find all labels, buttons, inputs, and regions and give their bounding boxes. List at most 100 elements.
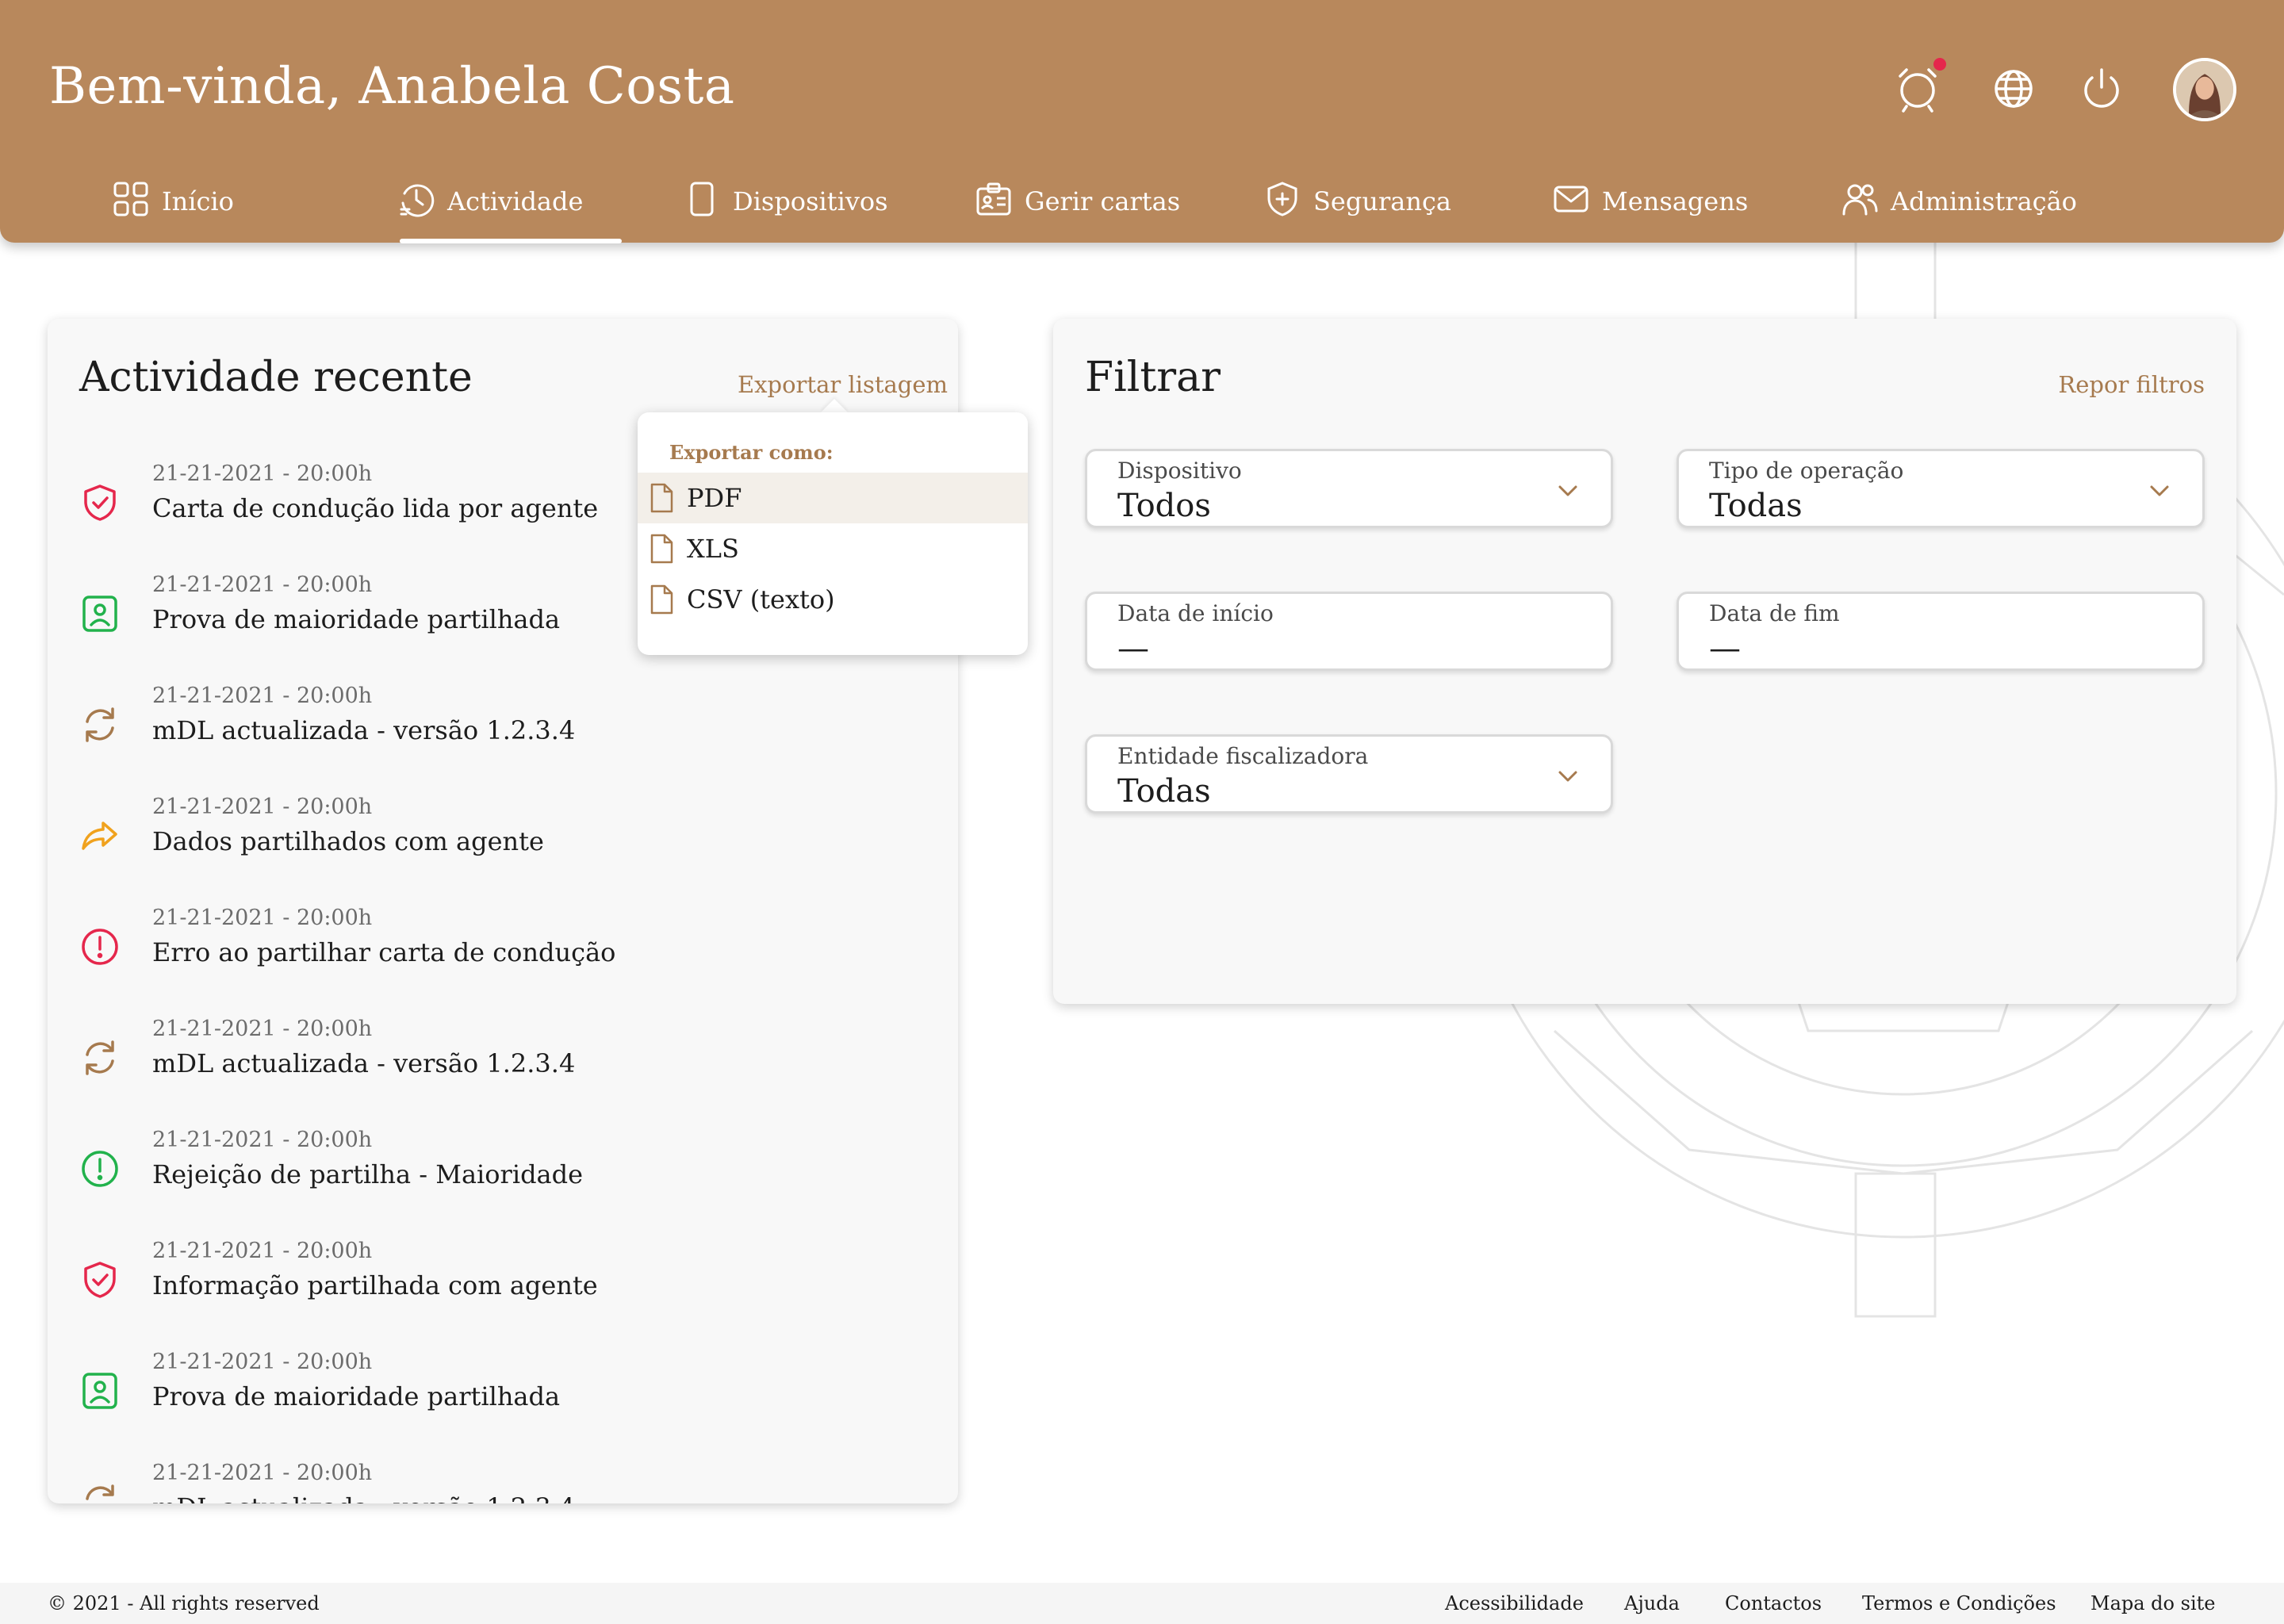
field-value: Todos	[1117, 488, 1211, 524]
activity-text: Prova de maioridade partilhada	[152, 1381, 561, 1411]
nav-label: Início	[162, 186, 234, 216]
user-badge-icon	[82, 596, 117, 632]
field-label: Dispositivo	[1117, 458, 1242, 484]
activity-text: mDL actualizada - versão 1.2.3.4	[152, 1492, 575, 1503]
alert-circle-icon	[82, 929, 118, 965]
activity-time: 21-21-2021 - 20:00h	[152, 1350, 373, 1374]
activity-time: 21-21-2021 - 20:00h	[152, 1461, 373, 1485]
activity-title: Actividade recente	[79, 354, 473, 401]
activity-text: Erro ao partilhar carta de condução	[152, 937, 616, 967]
activity-text: Rejeição de partilha - Maioridade	[152, 1159, 584, 1189]
nav-label: Mensagens	[1602, 186, 1749, 216]
footer-link-sitemap[interactable]: Mapa do site	[2090, 1592, 2215, 1614]
filter-card: Filtrar Repor filtros Dispositivo Todos …	[1053, 319, 2236, 1004]
field-value: Todas	[1709, 488, 1803, 524]
shield-check-icon	[84, 1262, 116, 1298]
users-icon	[1842, 184, 1878, 216]
activity-time: 21-21-2021 - 20:00h	[152, 906, 373, 930]
globe-icon[interactable]	[1987, 62, 2041, 116]
welcome-title: Bem-vinda, Anabela Costa	[49, 57, 735, 116]
nav-gerir-cartas[interactable]: Gerir cartas	[975, 182, 1181, 243]
activity-item[interactable]: 21-21-2021 - 20:00h mDL actualizada - ver…	[79, 1461, 872, 1503]
nav-label: Segurança	[1313, 186, 1451, 216]
nav-label: Dispositivos	[733, 186, 888, 216]
chevron-down-icon	[2150, 485, 2169, 496]
activity-time: 21-21-2021 - 20:00h	[152, 573, 373, 597]
activity-time: 21-21-2021 - 20:00h	[152, 1128, 373, 1152]
refresh-icon	[86, 707, 114, 742]
nav-label: Actividade	[447, 186, 584, 216]
chevron-down-icon	[1558, 485, 1577, 496]
field-label: Entidade fiscalizadora	[1117, 743, 1369, 769]
user-badge-icon	[82, 1373, 117, 1409]
file-icon	[650, 584, 673, 615]
activity-text: mDL actualizada - versão 1.2.3.4	[152, 715, 576, 745]
nav-label: Gerir cartas	[1025, 186, 1181, 216]
footer-link-terms[interactable]: Termos e Condições	[1862, 1592, 2056, 1614]
export-option-label: PDF	[687, 483, 742, 513]
entity-select[interactable]: Entidade fiscalizadora Todas	[1085, 734, 1613, 814]
grid-icon	[113, 182, 148, 216]
export-xls-option[interactable]: XLS	[638, 523, 1028, 574]
start-date-field[interactable]: Data de início —	[1085, 592, 1613, 671]
export-menu-heading: Exportar como:	[669, 441, 834, 464]
device-select[interactable]: Dispositivo Todos	[1085, 449, 1613, 528]
power-icon[interactable]	[2075, 62, 2129, 116]
field-value: Todas	[1117, 773, 1211, 810]
nav-dispositivos[interactable]: Dispositivos	[684, 182, 888, 243]
user-avatar[interactable]	[2173, 58, 2236, 121]
phone-icon	[690, 182, 714, 216]
file-icon	[650, 483, 673, 513]
export-pdf-option[interactable]: PDF	[638, 473, 1028, 523]
field-label: Data de fim	[1709, 600, 1840, 626]
nav-mensagens[interactable]: Mensagens	[1553, 186, 1748, 243]
field-value: —	[1117, 630, 1149, 667]
export-option-label: CSV (texto)	[687, 584, 835, 615]
footer-link-accessibility[interactable]: Acessibilidade	[1445, 1592, 1584, 1614]
activity-text: mDL actualizada - versão 1.2.3.4	[152, 1048, 576, 1078]
export-csv-option[interactable]: CSV (texto)	[638, 574, 1028, 625]
end-date-field[interactable]: Data de fim —	[1677, 592, 2205, 671]
export-option-label: XLS	[687, 534, 739, 564]
share-arrow-icon	[82, 822, 117, 850]
activity-text: Dados partilhados com agente	[152, 826, 544, 856]
activity-text: Informação partilhada com agente	[152, 1270, 598, 1300]
history-icon	[400, 184, 435, 217]
export-link[interactable]: Exportar listagem	[738, 371, 948, 398]
activity-item[interactable]: 21-21-2021 - 20:00h Dados partilhados com…	[79, 795, 872, 882]
activity-time: 21-21-2021 - 20:00h	[152, 684, 373, 708]
footer-link-help[interactable]: Ajuda	[1624, 1592, 1680, 1614]
id-card-icon	[976, 182, 1011, 216]
operation-type-select[interactable]: Tipo de operação Todas	[1677, 449, 2205, 528]
nav-administracao[interactable]: Administração	[1841, 184, 2077, 243]
refresh-icon	[86, 1484, 114, 1500]
export-menu: Exportar como: PDF XLS CSV (texto)	[638, 412, 1028, 655]
activity-item[interactable]: 21-21-2021 - 20:00h Erro ao partilhar car…	[79, 906, 872, 993]
activity-time: 21-21-2021 - 20:00h	[152, 795, 373, 819]
field-value: —	[1709, 630, 1741, 667]
app-header: Bem-vinda, Anabela Costa Início Activida…	[0, 0, 2284, 243]
activity-time: 21-21-2021 - 20:00h	[152, 462, 373, 486]
refresh-icon	[86, 1040, 114, 1075]
mail-icon	[1554, 186, 1588, 213]
activity-item[interactable]: 21-21-2021 - 20:00h Informação partilhada…	[79, 1239, 872, 1326]
nav-label: Administração	[1891, 186, 2077, 216]
activity-text: Carta de condução lida por agente	[152, 493, 599, 523]
reset-filters-link[interactable]: Repor filtros	[2058, 371, 2205, 398]
activity-time: 21-21-2021 - 20:00h	[152, 1017, 373, 1041]
file-icon	[650, 534, 673, 564]
activity-item[interactable]: 21-21-2021 - 20:00h Rejeição de partilha …	[79, 1128, 872, 1215]
activity-text: Prova de maioridade partilhada	[152, 604, 561, 634]
activity-item[interactable]: 21-21-2021 - 20:00h mDL actualizada - ver…	[79, 684, 872, 771]
nav-actividade[interactable]: Actividade	[398, 184, 584, 243]
activity-item[interactable]: 21-21-2021 - 20:00h mDL actualizada - ver…	[79, 1017, 872, 1104]
nav-inicio[interactable]: Início	[113, 182, 234, 243]
footer-link-contacts[interactable]: Contactos	[1725, 1592, 1822, 1614]
activity-time: 21-21-2021 - 20:00h	[152, 1239, 373, 1263]
shield-plus-icon	[1267, 182, 1297, 216]
active-tab-indicator	[400, 239, 622, 243]
field-label: Data de início	[1117, 600, 1274, 626]
activity-item[interactable]: 21-21-2021 - 20:00h Prova de maioridade p…	[79, 1350, 872, 1437]
copyright-text: © 2021 - All rights reserved	[48, 1592, 320, 1614]
nav-seguranca[interactable]: Segurança	[1264, 182, 1451, 243]
